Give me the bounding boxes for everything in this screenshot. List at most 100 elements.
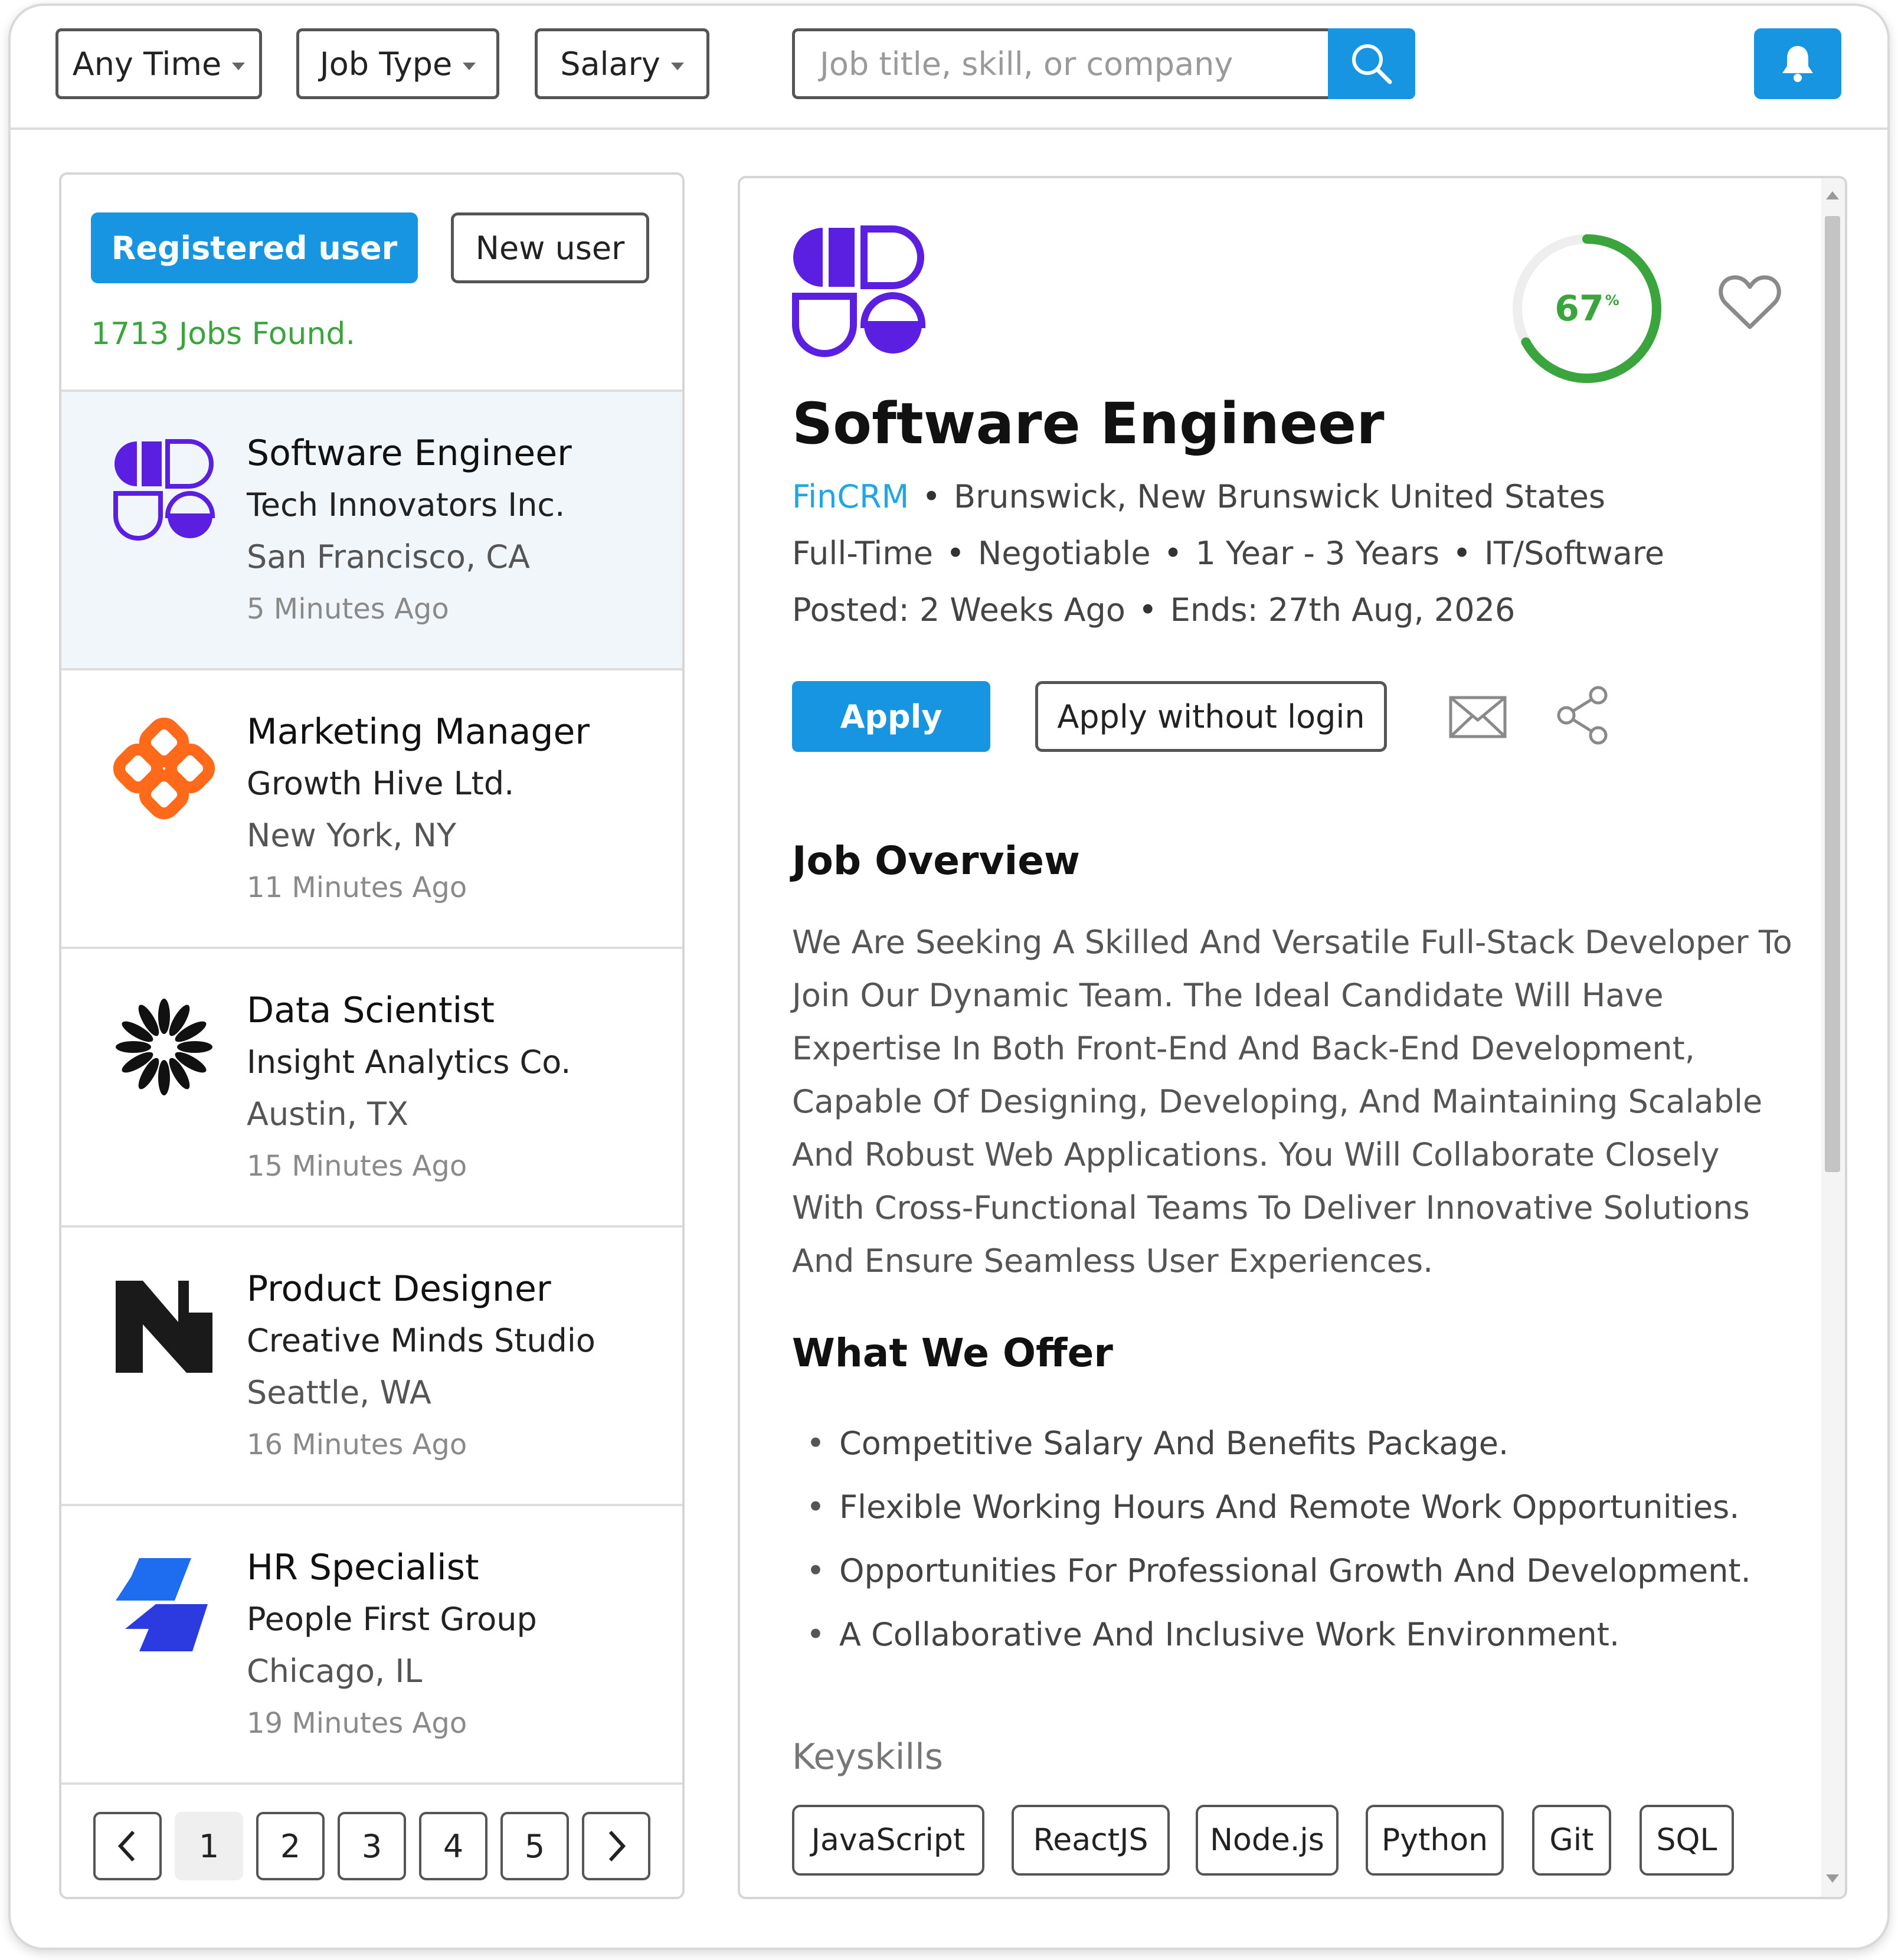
next-page-button[interactable] (582, 1812, 650, 1880)
page-2-button[interactable]: 2 (256, 1812, 325, 1880)
caret-down-icon (232, 62, 246, 70)
chevron-right-icon (608, 1830, 626, 1862)
job-list: Software Engineer Tech Innovators Inc. S… (61, 390, 682, 1782)
offer-item: Competitive Salary And Benefits Package. (806, 1412, 1751, 1475)
offer-list: Competitive Salary And Benefits Package.… (806, 1412, 1751, 1667)
any-time-label: Any Time (72, 45, 222, 83)
offer-item: A Collaborative And Inclusive Work Envir… (806, 1603, 1751, 1667)
company-link[interactable]: FinCRM (792, 478, 909, 515)
salary-filter[interactable]: Salary (535, 28, 709, 99)
job-title: Product Designer (247, 1268, 551, 1310)
search-placeholder: Job title, skill, or company (820, 45, 1233, 83)
caret-down-icon (463, 62, 476, 70)
end-date: Ends: 27th Aug, 2026 (1170, 591, 1516, 629)
salary-label: Salary (560, 45, 660, 83)
job-title-heading: Software Engineer (792, 391, 1385, 457)
caret-down-icon (670, 62, 684, 70)
skill-tag[interactable]: SQL (1640, 1805, 1734, 1876)
job-detail-panel: 67% Software Engineer FinCRM • Brunswick, … (738, 176, 1847, 1899)
registered-user-button[interactable]: Registered user (91, 212, 418, 283)
job-type-label: Job Type (319, 45, 453, 83)
people-first-logo (116, 1558, 208, 1651)
job-company: Tech Innovators Inc. (247, 486, 565, 523)
job-location: Austin, TX (247, 1095, 409, 1133)
skill-tag[interactable]: Node.js (1196, 1805, 1339, 1876)
job-overview-heading: Job Overview (792, 838, 1080, 884)
share-icon[interactable] (1555, 685, 1611, 746)
apply-button[interactable]: Apply (792, 681, 990, 752)
job-dates-row: Posted: 2 Weeks Ago • Ends: 27th Aug, 2026 (792, 591, 1516, 629)
page-1-button[interactable]: 1 (175, 1812, 243, 1880)
any-time-filter[interactable]: Any Time (55, 28, 262, 99)
tech-innovators-logo (113, 439, 215, 541)
scroll-down-arrow-icon[interactable] (1826, 1874, 1839, 1883)
job-title: HR Specialist (247, 1547, 479, 1588)
page-3-button[interactable]: 3 (338, 1812, 406, 1880)
prev-page-button[interactable] (93, 1812, 162, 1880)
page-4-button[interactable]: 4 (419, 1812, 487, 1880)
scroll-up-arrow-icon[interactable] (1826, 191, 1839, 199)
job-category: IT/Software (1484, 535, 1665, 572)
job-location: Chicago, IL (247, 1653, 423, 1690)
job-company: Insight Analytics Co. (247, 1043, 571, 1081)
offer-item: Opportunities For Professional Growth An… (806, 1539, 1751, 1603)
bell-icon (1782, 46, 1813, 82)
skill-tag[interactable]: Python (1366, 1805, 1504, 1876)
job-card-data-scientist[interactable]: Data Scientist Insight Analytics Co. Aus… (61, 947, 682, 1225)
chevron-left-icon (117, 1830, 135, 1862)
match-score-unit: % (1605, 292, 1619, 309)
top-bar: Any Time Job Type Salary Job title, skil… (11, 6, 1887, 130)
job-company: People First Group (247, 1601, 537, 1638)
company-location-row: FinCRM • Brunswick, New Brunswick United S… (792, 478, 1606, 515)
insight-analytics-logo (116, 999, 212, 1095)
keyskills-heading: Keyskills (792, 1736, 944, 1778)
jobs-found-count: 1713 Jobs Found. (91, 316, 355, 352)
apply-without-login-button[interactable]: Apply without login (1035, 681, 1387, 752)
job-attributes-row: Full-Time • Negotiable • 1 Year - 3 Years • IT… (792, 535, 1665, 572)
job-title: Marketing Manager (247, 711, 590, 752)
pagination: 1 2 3 4 5 (61, 1782, 682, 1897)
job-company: Creative Minds Studio (247, 1322, 595, 1359)
job-location: Brunswick, New Brunswick United States (954, 478, 1606, 515)
job-card-product-designer[interactable]: Product Designer Creative Minds Studio S… (61, 1225, 682, 1504)
match-score-value: 67 (1555, 288, 1604, 329)
job-location: Seattle, WA (247, 1374, 431, 1411)
what-we-offer-heading: What We Offer (792, 1330, 1113, 1376)
fincrm-logo (792, 225, 925, 357)
search-button[interactable] (1328, 28, 1415, 99)
job-card-software-engineer[interactable]: Software Engineer Tech Innovators Inc. S… (61, 390, 682, 668)
job-overview-text: We Are Seeking A Skilled And Versatile F… (792, 924, 1792, 1280)
app-window: Any Time Job Type Salary Job title, skil… (8, 4, 1890, 1950)
heart-icon[interactable] (1717, 273, 1782, 332)
skill-tag[interactable]: Git (1532, 1805, 1611, 1876)
job-card-hr-specialist[interactable]: HR Specialist People First Group Chicago… (61, 1504, 682, 1782)
search-icon (1352, 44, 1392, 84)
scrollbar-thumb[interactable] (1825, 216, 1840, 1172)
job-posted-time: 15 Minutes Ago (247, 1150, 467, 1183)
job-posted-time: 5 Minutes Ago (247, 593, 449, 626)
creative-minds-logo (116, 1281, 212, 1373)
job-type: Full-Time (792, 535, 934, 572)
job-posted-time: 16 Minutes Ago (247, 1428, 467, 1461)
new-user-button[interactable]: New user (451, 212, 649, 283)
job-title: Data Scientist (247, 990, 495, 1031)
job-list-panel: Registered user New user 1713 Jobs Found… (59, 172, 685, 1899)
job-title: Software Engineer (247, 433, 572, 474)
scrollbar[interactable] (1821, 178, 1845, 1897)
job-experience: 1 Year - 3 Years (1195, 535, 1440, 572)
page-5-button[interactable]: 5 (500, 1812, 569, 1880)
notifications-button[interactable] (1754, 28, 1841, 99)
skill-tag[interactable]: JavaScript (792, 1805, 984, 1876)
mail-icon[interactable] (1448, 695, 1507, 739)
skill-tag[interactable]: ReactJS (1012, 1805, 1170, 1876)
job-salary: Negotiable (977, 535, 1151, 572)
job-posted-time: 11 Minutes Ago (247, 871, 467, 904)
search-input[interactable]: Job title, skill, or company (792, 28, 1348, 99)
job-card-marketing-manager[interactable]: Marketing Manager Growth Hive Ltd. New Y… (61, 668, 682, 947)
job-type-filter[interactable]: Job Type (296, 28, 499, 99)
posted-date: Posted: 2 Weeks Ago (792, 591, 1125, 629)
offer-item: Flexible Working Hours And Remote Work O… (806, 1475, 1751, 1539)
match-score: 67% (1507, 229, 1667, 388)
growth-hive-logo (113, 718, 215, 819)
job-location: San Francisco, CA (247, 538, 530, 575)
